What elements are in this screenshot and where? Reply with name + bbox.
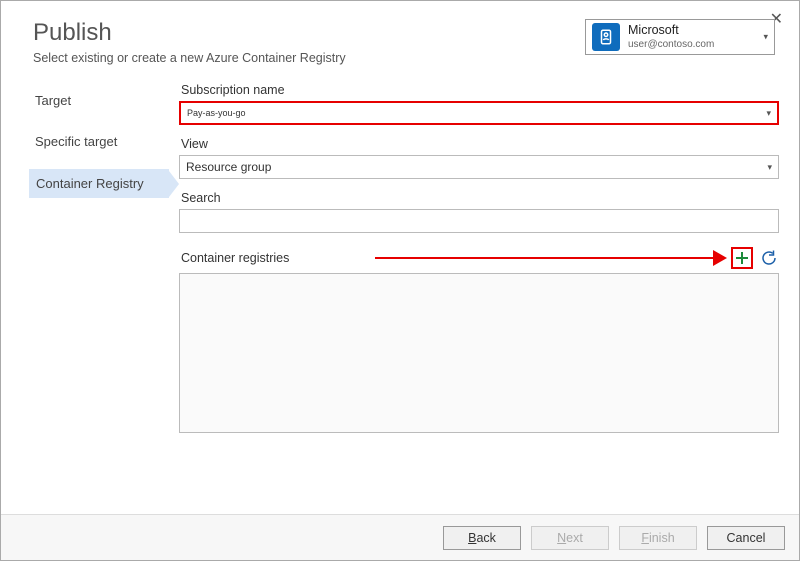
- subscription-label: Subscription name: [181, 83, 779, 97]
- page-title: Publish: [33, 19, 346, 47]
- form-panel: Subscription name Pay-as-you-go ▾ View R…: [169, 83, 779, 433]
- subscription-dropdown[interactable]: Pay-as-you-go ▾: [179, 101, 779, 125]
- chevron-down-icon: ▾: [767, 162, 772, 173]
- account-selector[interactable]: Microsoft user@contoso.com ▾: [585, 19, 775, 55]
- account-icon: [592, 23, 620, 51]
- view-label: View: [181, 137, 779, 151]
- wizard-nav: Target Specific target Container Registr…: [29, 83, 169, 212]
- account-text: Microsoft user@contoso.com: [628, 23, 714, 51]
- registries-listbox[interactable]: [179, 273, 779, 433]
- nav-item-specific-target[interactable]: Specific target: [29, 128, 169, 155]
- page-subtitle: Select existing or create a new Azure Co…: [33, 51, 346, 65]
- view-dropdown[interactable]: Resource group ▾: [179, 155, 779, 179]
- nav-item-container-registry[interactable]: Container Registry: [29, 169, 169, 198]
- view-value: Resource group: [186, 160, 271, 174]
- annotation-arrow: [295, 253, 719, 263]
- search-label: Search: [181, 191, 779, 205]
- chevron-down-icon: ▾: [766, 108, 771, 119]
- next-button: Next: [531, 526, 609, 550]
- back-button[interactable]: Back: [443, 526, 521, 550]
- chevron-down-icon: ▾: [763, 32, 768, 43]
- dialog-header: Publish Select existing or create a new …: [1, 1, 799, 73]
- registries-label: Container registries: [181, 251, 289, 265]
- subscription-value: Pay-as-you-go: [187, 108, 246, 118]
- finish-button: Finish: [619, 526, 697, 550]
- account-email: user@contoso.com: [628, 39, 714, 52]
- dialog-footer: Back Next Finish Cancel: [1, 514, 799, 560]
- add-registry-button[interactable]: [731, 247, 753, 269]
- search-input[interactable]: [179, 209, 779, 233]
- refresh-button[interactable]: [759, 248, 779, 268]
- cancel-button[interactable]: Cancel: [707, 526, 785, 550]
- plus-icon: [735, 251, 749, 265]
- nav-item-target[interactable]: Target: [29, 87, 169, 114]
- refresh-icon: [760, 249, 778, 267]
- account-name: Microsoft: [628, 23, 714, 39]
